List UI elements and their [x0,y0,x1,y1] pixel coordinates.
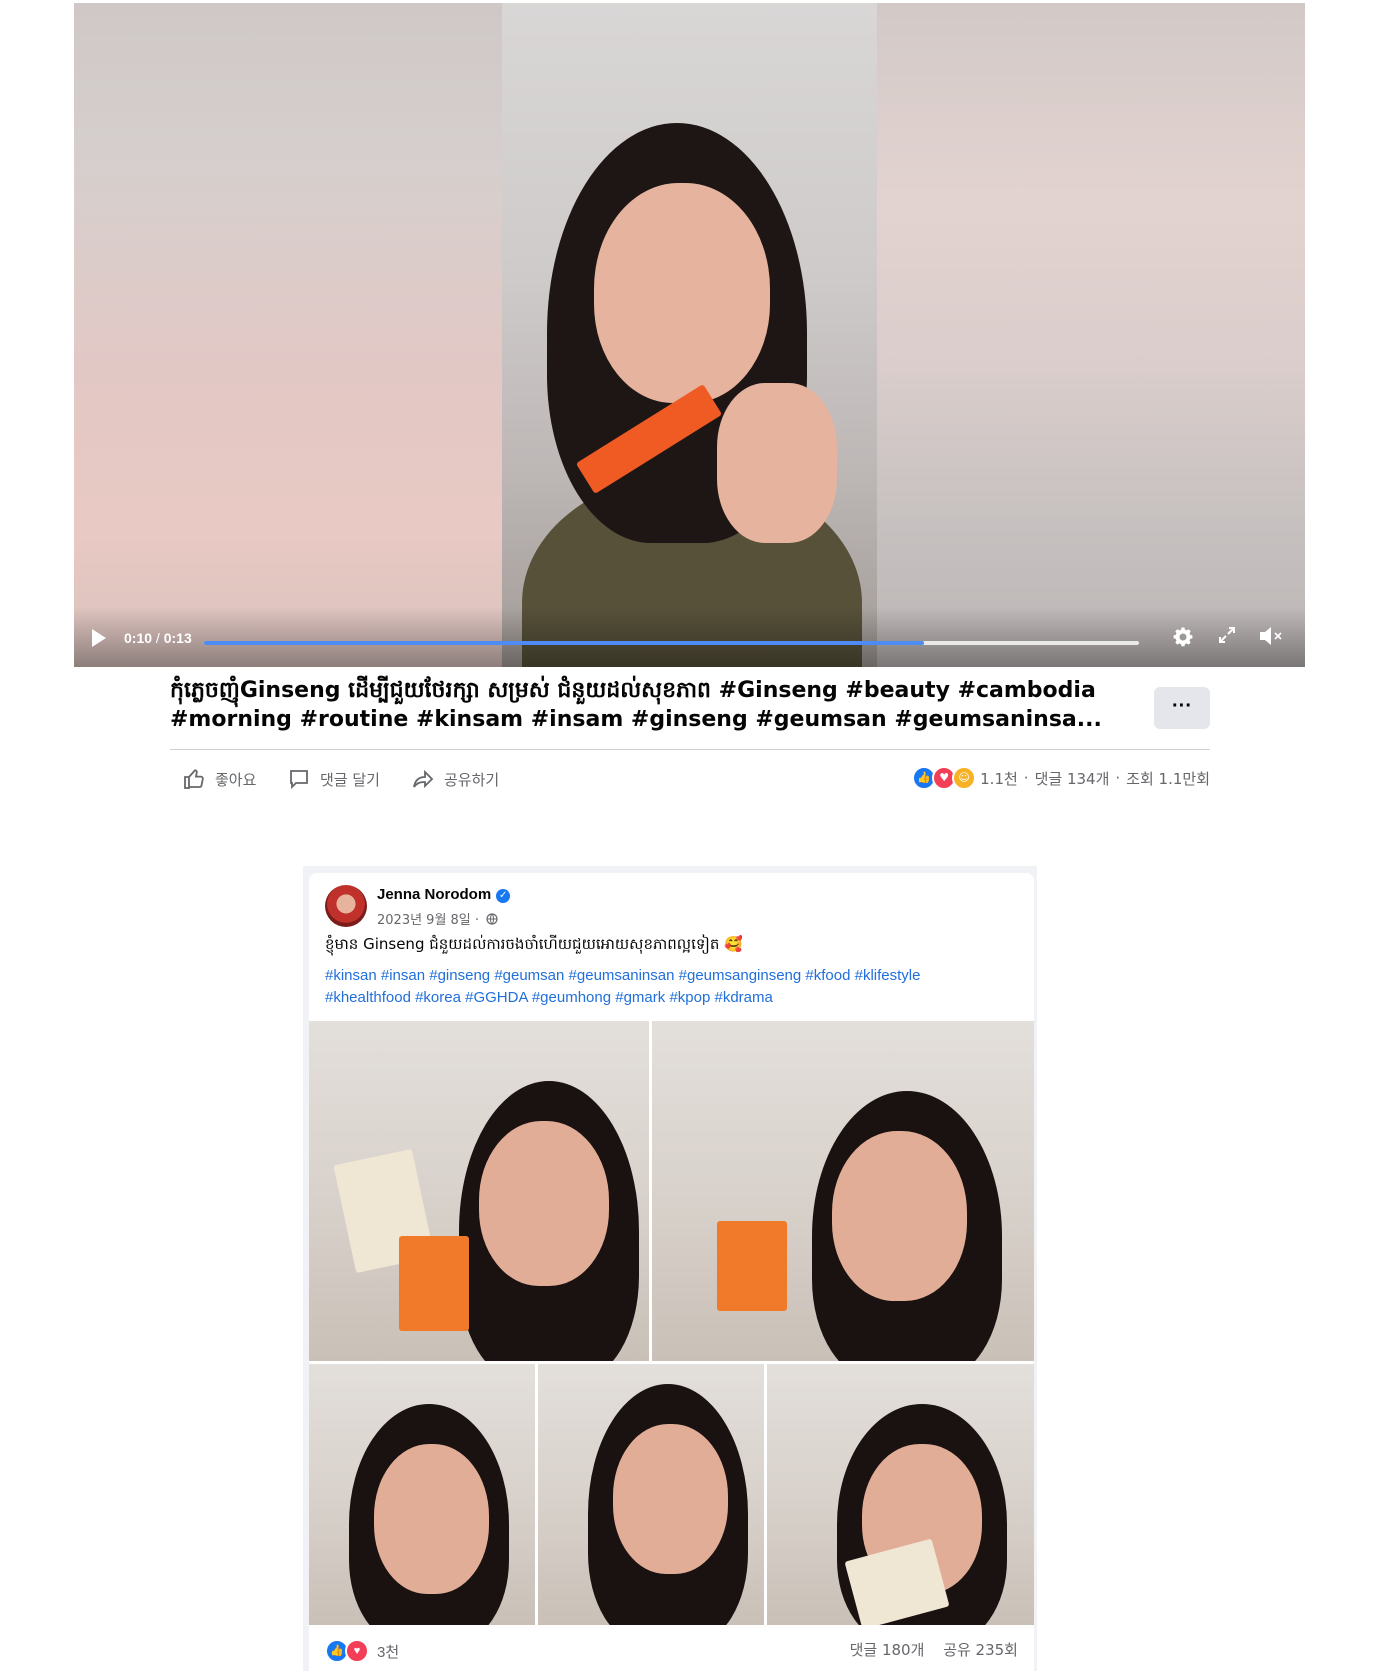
post-photo-2[interactable] [652,1021,1034,1361]
like-label: 좋아요 [215,770,257,789]
divider [170,749,1210,750]
post-photo-4[interactable] [538,1364,764,1625]
person-face [594,183,770,403]
product-box [717,1221,787,1311]
care-reaction-icon: ☺ [952,766,977,790]
author-name[interactable]: Jenna Norodom [377,886,491,903]
progress-fill [204,641,924,645]
avatar[interactable] [325,885,367,927]
more-options-button[interactable]: ··· [1154,687,1210,729]
hashtag-line-2: #khealthfood #korea #GGHDA #geumhong #gm… [325,987,1015,1009]
hashtag-link[interactable]: #khealthfood [325,989,411,1006]
video-blur-right [877,3,1305,667]
comment-button[interactable]: 댓글 달기 [288,765,380,793]
hashtag-link[interactable]: #ginseng [429,967,490,984]
product-box [399,1236,469,1331]
love-reaction-icon: ♥ [345,1639,369,1663]
hashtag-link[interactable]: #kpop [669,989,710,1006]
separator-dot: · [1115,769,1121,787]
post-author[interactable]: Jenna Norodom ✓ [377,886,511,903]
time-separator: / [152,630,164,646]
photo-face [479,1121,609,1286]
hashtag-link[interactable]: #kfood [805,967,850,984]
muted-speaker-icon[interactable] [1258,625,1284,651]
post-share-count[interactable]: 공유 235회 [943,1641,1018,1659]
hashtag-link[interactable]: #insan [381,967,425,984]
video-time: 0:10 / 0:13 [124,630,192,646]
hashtag-link[interactable]: #klifestyle [855,967,921,984]
reaction-count[interactable]: 1.1천 [980,768,1018,789]
post-reaction-count[interactable]: 3천 [377,1641,399,1662]
hashtag-link[interactable]: #GGHDA [465,989,528,1006]
video-title: កុំភ្លេចញុំGinseng ដើម្បីជួយថែរក្សា សម្រ… [170,678,1102,732]
hashtag-link[interactable]: #geumsaninsan [569,967,675,984]
video-blur-left [74,3,502,667]
comment-label: 댓글 달기 [320,770,380,789]
gear-icon[interactable] [1170,625,1196,651]
share-arrow-icon [413,769,434,789]
post-text: ខ្ញុំមាន Ginseng ជំនួយដល់ការចងចាំហើយជួយអ… [325,935,743,953]
video-controls: 0:10 / 0:13 [74,607,1305,667]
globe-icon [486,913,498,925]
video-frame [502,3,877,667]
current-time: 0:10 [124,630,153,646]
video-player[interactable]: 0:10 / 0:13 [74,3,1305,667]
photo-face [374,1444,489,1594]
hashtag-link[interactable]: #geumhong [532,989,611,1006]
share-button[interactable]: 공유하기 [412,765,499,793]
hashtag-link[interactable]: #kinsan [325,967,377,984]
view-count: 조회 1.1만회 [1126,769,1210,788]
separator-dot: · [1023,769,1029,787]
progress-bar[interactable] [204,641,1139,645]
thumbs-up-hand [717,383,837,543]
hashtag-link[interactable]: #gmark [615,989,665,1006]
photo-face [613,1424,728,1574]
share-label: 공유하기 [444,770,500,789]
video-stats: 👍 ♥ ☺ 1.1천 · 댓글 134개 · 조회 1.1만회 [912,766,1210,790]
post-photo-1[interactable] [309,1021,649,1361]
fullscreen-icon[interactable] [1214,625,1240,651]
post-comment-count[interactable]: 댓글 180개 [850,1641,925,1659]
hashtag-line-1: #kinsan #insan #ginseng #geumsan #geumsa… [325,965,1015,987]
verified-badge-icon: ✓ [496,889,511,903]
comment-count[interactable]: 댓글 134개 [1035,768,1110,789]
duration: 0:13 [163,630,192,646]
hashtag-link[interactable]: #geumsanginseng [679,967,802,984]
post-hashtags: #kinsan #insan #ginseng #geumsan #geumsa… [325,965,1015,1009]
photo-face [832,1131,967,1301]
post-footer: 👍 ♥ 3천 댓글 180개 공유 235회 [309,1625,1034,1671]
post-card: Jenna Norodom ✓ 2023년 9월 8일 · ខ្ញុំមាន Gi… [309,873,1034,1671]
hashtag-link[interactable]: #kdrama [714,989,772,1006]
post-photo-3[interactable] [309,1364,535,1625]
speech-bubble-icon [290,770,308,790]
thumbs-up-icon [184,769,204,789]
post-date[interactable]: 2023년 9월 8일 · [377,909,498,928]
date-text[interactable]: 2023년 9월 8일 · [377,913,479,928]
post-photo-5[interactable] [767,1364,1034,1625]
like-button[interactable]: 좋아요 [183,765,256,793]
play-icon[interactable] [92,629,106,647]
hashtag-link[interactable]: #geumsan [494,967,564,984]
post-stats: 댓글 180개 공유 235회 [836,1639,1018,1660]
post-reactions[interactable]: 👍 ♥ 3천 [325,1639,399,1663]
hashtag-link[interactable]: #korea [415,989,461,1006]
